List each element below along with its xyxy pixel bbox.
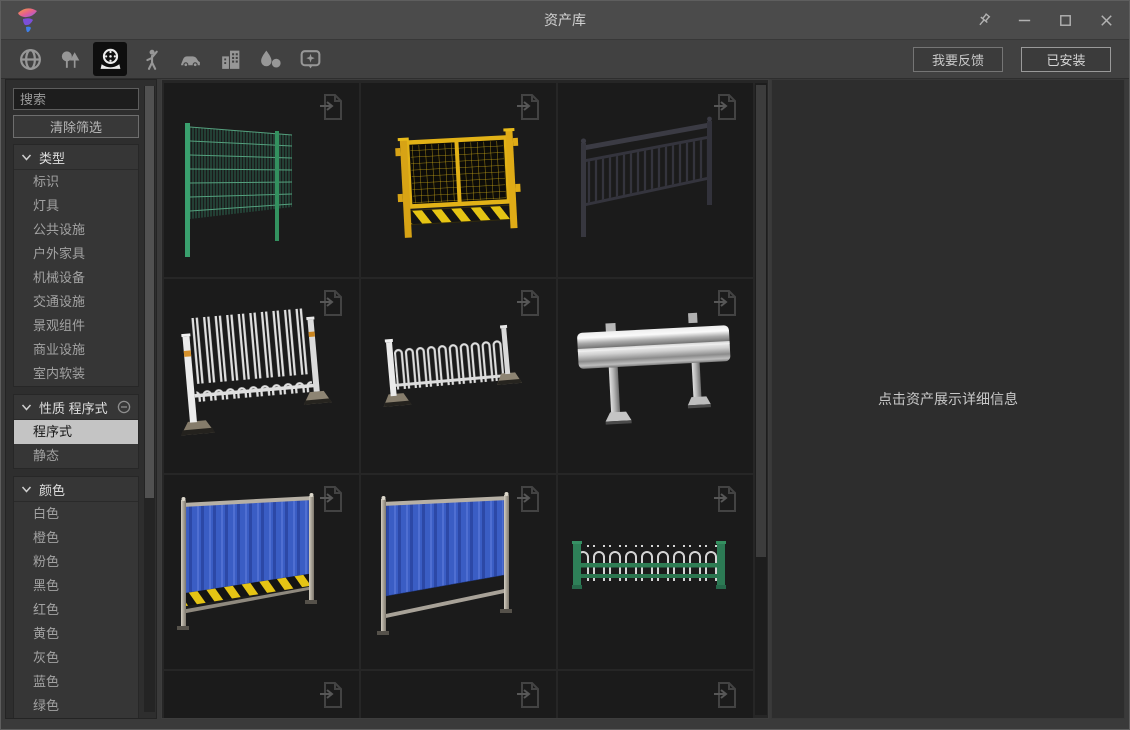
asset-tile-blue-hoarding[interactable] (361, 475, 556, 669)
grid-scrollbar[interactable] (755, 83, 767, 715)
filter-item[interactable]: 橙色 (14, 526, 138, 550)
filter-section-color: 颜色 白色 橙色 粉色 黑色 红色 黄色 灰色 蓝色 绿色 紫色 (13, 476, 139, 718)
chevron-down-icon (21, 403, 32, 412)
filter-item[interactable]: 景观组件 (14, 314, 138, 338)
window-controls (957, 1, 1121, 39)
asset-tile-white-u-loop-fence-long[interactable] (164, 279, 359, 473)
filter-item[interactable]: 静态 (14, 444, 138, 468)
search-input[interactable] (13, 88, 139, 110)
street-facilities-icon[interactable] (93, 42, 127, 76)
filter-item[interactable]: 公共设施 (14, 218, 138, 242)
filter-section-title: 类型 (39, 148, 65, 167)
asset-tile-green-mesh-fence[interactable] (164, 83, 359, 277)
asset-tiles (164, 83, 753, 718)
export-asset-icon[interactable] (711, 287, 741, 319)
filter-item[interactable]: 黑色 (14, 574, 138, 598)
close-icon[interactable] (1091, 7, 1121, 33)
pin-icon[interactable] (968, 7, 998, 33)
asset-tile-partial[interactable] (361, 671, 556, 718)
sidebar-scrollbar[interactable] (144, 86, 155, 712)
export-asset-icon[interactable] (711, 679, 741, 711)
detail-panel: 点击资产展示详细信息 (771, 79, 1125, 719)
export-asset-icon[interactable] (514, 483, 544, 515)
feedback-button[interactable]: 我要反馈 (913, 47, 1003, 72)
filter-sidebar: 清除筛选 类型 标识 灯具 公共设施 户外家具 机械设备 交通设施 景观组件 (5, 79, 157, 719)
asset-library-window: 资产库 (0, 0, 1130, 730)
filter-item[interactable]: 绿色 (14, 694, 138, 718)
filter-item[interactable]: 机械设备 (14, 266, 138, 290)
filter-item[interactable]: 灰色 (14, 646, 138, 670)
filter-section-property-header[interactable]: 性质 程序式 (14, 395, 138, 420)
asset-tile-blue-hoarding-hazard-stripe[interactable] (164, 475, 359, 669)
asset-tile-green-garden-fence[interactable] (558, 475, 753, 669)
people-icon[interactable] (133, 42, 167, 76)
filter-item[interactable]: 灯具 (14, 194, 138, 218)
filter-section-title: 性质 程序式 (39, 398, 108, 417)
vegetation-icon[interactable] (53, 42, 87, 76)
installed-button[interactable]: 已安装 (1021, 47, 1111, 72)
filter-item[interactable]: 黄色 (14, 622, 138, 646)
export-asset-icon[interactable] (514, 287, 544, 319)
export-asset-icon[interactable] (711, 483, 741, 515)
filter-item[interactable]: 红色 (14, 598, 138, 622)
filter-list: 类型 标识 灯具 公共设施 户外家具 机械设备 交通设施 景观组件 商业设施 室… (13, 144, 139, 718)
titlebar: 资产库 (1, 1, 1129, 39)
remove-filter-icon[interactable] (117, 400, 131, 414)
asset-tile-highway-guardrail[interactable] (558, 279, 753, 473)
asset-grid (161, 79, 769, 719)
minimize-icon[interactable] (1009, 7, 1039, 33)
filter-item[interactable]: 白色 (14, 502, 138, 526)
filter-section-color-header[interactable]: 颜色 (14, 477, 138, 502)
clear-filter-button[interactable]: 清除筛选 (13, 115, 139, 138)
export-asset-icon[interactable] (514, 91, 544, 123)
sidebar-scrollbar-thumb[interactable] (145, 86, 154, 498)
asset-tile-partial[interactable] (164, 671, 359, 718)
asset-tile-yellow-construction-fence[interactable] (361, 83, 556, 277)
category-toolbar: 我要反馈 已安装 (1, 39, 1129, 79)
export-asset-icon[interactable] (317, 679, 347, 711)
grid-scrollbar-thumb[interactable] (756, 85, 766, 557)
filter-item[interactable]: 户外家具 (14, 242, 138, 266)
export-asset-icon[interactable] (317, 91, 347, 123)
vehicles-icon[interactable] (173, 42, 207, 76)
filter-item[interactable]: 蓝色 (14, 670, 138, 694)
globe-icon[interactable] (13, 42, 47, 76)
detail-empty-message: 点击资产展示详细信息 (878, 389, 1018, 409)
nature-icon[interactable] (253, 42, 287, 76)
export-asset-icon[interactable] (317, 483, 347, 515)
filter-item-selected[interactable]: 程序式 (14, 420, 138, 444)
export-asset-icon[interactable] (711, 91, 741, 123)
asset-tile-partial[interactable] (558, 671, 753, 718)
export-asset-icon[interactable] (317, 287, 347, 319)
maximize-icon[interactable] (1050, 7, 1080, 33)
filter-item[interactable]: 商业设施 (14, 338, 138, 362)
filter-section-title: 颜色 (39, 480, 65, 499)
asset-tile-black-metal-railing[interactable] (558, 83, 753, 277)
filter-item[interactable]: 粉色 (14, 550, 138, 574)
filter-section-property: 性质 程序式 程序式 静态 (13, 394, 139, 469)
buildings-icon[interactable] (213, 42, 247, 76)
filter-item[interactable]: 标识 (14, 170, 138, 194)
asset-tile-white-u-loop-fence-short[interactable] (361, 279, 556, 473)
filter-item[interactable]: 室内软装 (14, 362, 138, 386)
chevron-down-icon (21, 485, 32, 494)
chevron-down-icon (21, 153, 32, 162)
filter-item[interactable]: 交通设施 (14, 290, 138, 314)
filter-section-type: 类型 标识 灯具 公共设施 户外家具 机械设备 交通设施 景观组件 商业设施 室… (13, 144, 139, 387)
signs-icon[interactable] (293, 42, 327, 76)
content-area: 清除筛选 类型 标识 灯具 公共设施 户外家具 机械设备 交通设施 景观组件 (5, 79, 1125, 719)
export-asset-icon[interactable] (514, 679, 544, 711)
filter-section-type-header[interactable]: 类型 (14, 145, 138, 170)
